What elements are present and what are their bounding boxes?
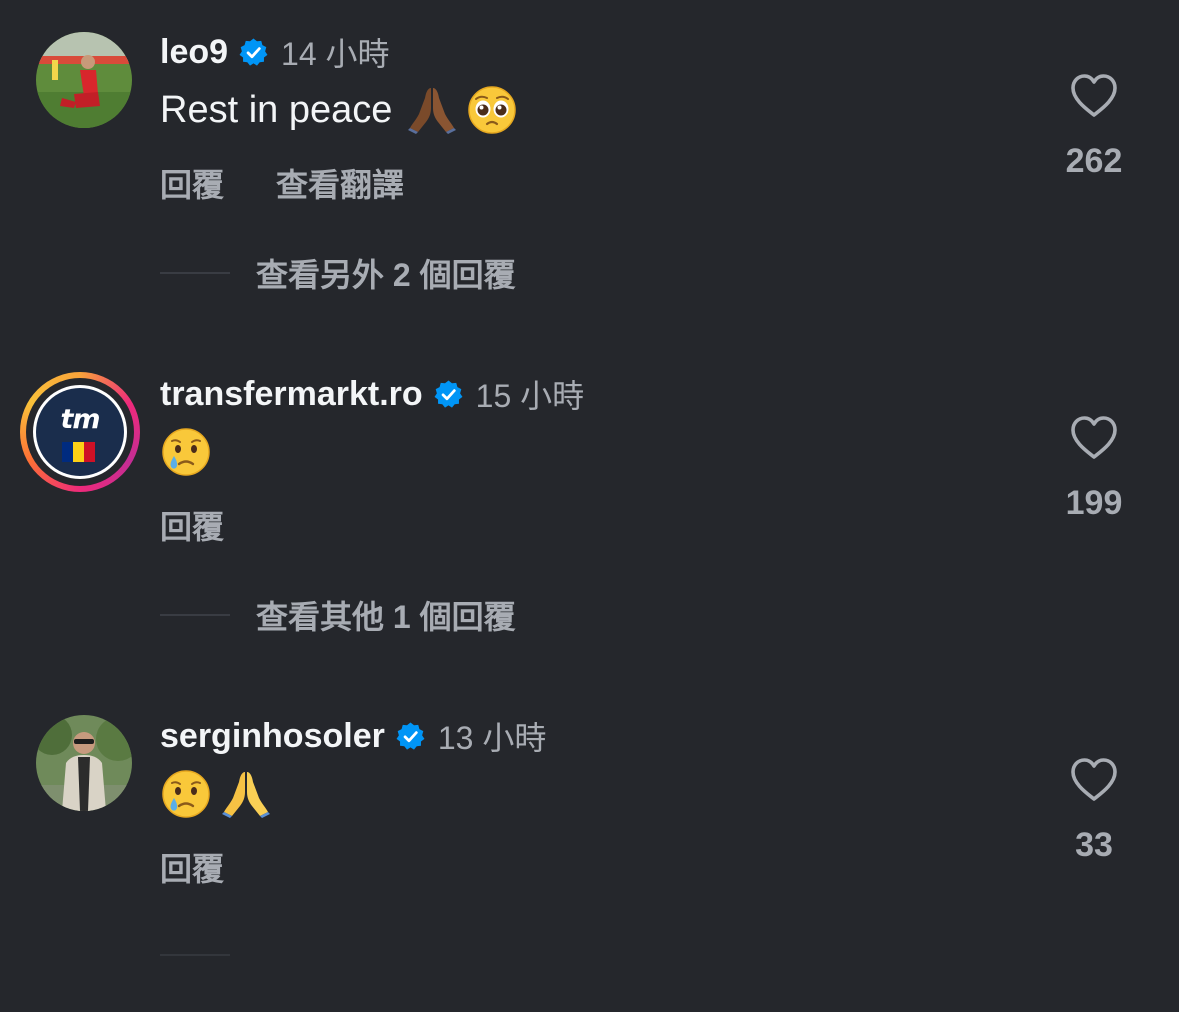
like-control: 33: [1044, 754, 1144, 865]
view-more-replies[interactable]: 查看另外 2 個回覆: [160, 250, 516, 296]
comment-header: leo9 14 小時: [160, 29, 390, 75]
replies-divider: [160, 272, 230, 274]
timestamp: 13 小時: [437, 720, 547, 756]
comment-header: serginhosoler 13 小時: [160, 713, 546, 759]
folded-hands-emoji-icon: [406, 84, 458, 136]
timestamp: 14 小時: [281, 36, 390, 72]
heart-icon[interactable]: [1068, 70, 1120, 122]
avatar: tm: [33, 385, 127, 479]
view-more-replies-label: 查看另外 2 個回覆: [256, 257, 516, 293]
view-more-replies[interactable]: 查看其他 1 個回覆: [160, 592, 516, 638]
username[interactable]: transfermarkt.ro: [160, 375, 423, 414]
comment-header: transfermarkt.ro 15 小時: [160, 371, 584, 417]
comment-actions: 回覆: [160, 844, 276, 890]
reply-button[interactable]: 回覆: [160, 160, 224, 206]
avatar-photo: [36, 715, 132, 811]
transfermarkt-logo: tm: [36, 388, 124, 476]
username[interactable]: leo9: [160, 33, 228, 72]
reply-button[interactable]: 回覆: [160, 502, 224, 548]
avatar[interactable]: [36, 715, 132, 811]
heart-icon[interactable]: [1068, 412, 1120, 464]
see-translation-button[interactable]: 查看翻譯: [276, 160, 404, 206]
romania-flag-icon: [62, 442, 95, 462]
verified-badge-icon: [433, 379, 464, 410]
avatar-photo: [36, 32, 132, 128]
reply-button[interactable]: 回覆: [160, 844, 224, 890]
comment-text: Rest in peace: [160, 80, 526, 140]
crying-face-emoji-icon: [160, 426, 212, 478]
replies-divider: [160, 954, 230, 956]
comment-actions: 回覆: [160, 502, 276, 548]
timestamp: 15 小時: [475, 378, 585, 414]
comment-text: [160, 424, 220, 480]
username[interactable]: serginhosoler: [160, 717, 385, 756]
folded-hands-emoji-icon: [220, 768, 272, 820]
pleading-face-emoji-icon: [466, 84, 518, 136]
like-count: 262: [1065, 142, 1123, 180]
comment-text-content: Rest in peace: [160, 88, 393, 131]
logo-text: tm: [60, 404, 100, 435]
verified-badge-icon: [395, 721, 426, 752]
comment-actions: 回覆 查看翻譯: [160, 160, 456, 206]
like-count: 33: [1075, 826, 1113, 864]
avatar-story-ring[interactable]: tm: [20, 372, 140, 492]
like-control: 262: [1044, 70, 1144, 181]
like-control: 199: [1044, 412, 1144, 523]
avatar[interactable]: [36, 32, 132, 128]
comment-text: [160, 766, 280, 822]
like-count: 199: [1065, 484, 1123, 522]
verified-badge-icon: [238, 37, 269, 68]
heart-icon[interactable]: [1068, 754, 1120, 806]
crying-face-emoji-icon: [160, 768, 212, 820]
view-more-replies-label: 查看其他 1 個回覆: [256, 599, 516, 635]
replies-divider: [160, 614, 230, 616]
